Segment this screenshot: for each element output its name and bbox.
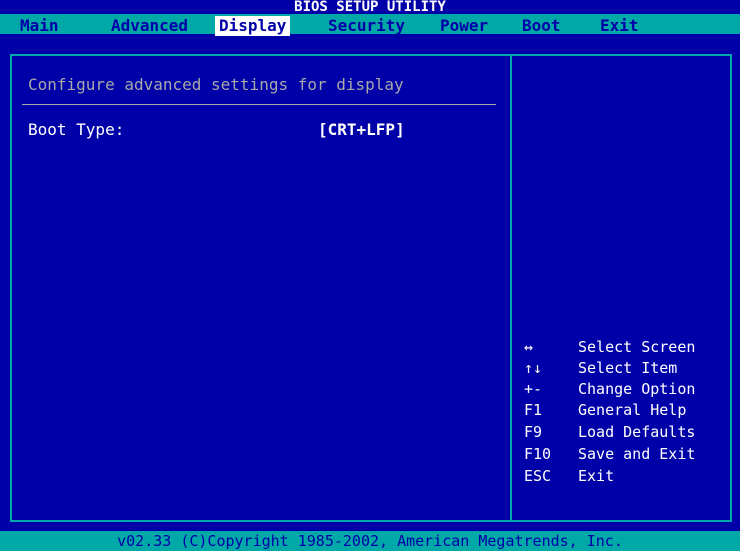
panel-description: Configure advanced settings for display <box>28 75 404 94</box>
boot-type-value[interactable]: [CRT+LFP] <box>318 120 405 139</box>
divider <box>22 104 496 105</box>
tab-main[interactable]: Main <box>20 16 59 36</box>
help-select-item: Select Item <box>578 359 678 377</box>
window-title: BIOS SETUP UTILITY <box>0 0 740 14</box>
plus-minus-key: +- <box>524 380 543 398</box>
copyright-footer: v02.33 (C)Copyright 1985-2002, American … <box>0 531 740 551</box>
help-load-defaults: Load Defaults <box>578 423 696 441</box>
tab-boot[interactable]: Boot <box>522 16 561 36</box>
help-select-screen: Select Screen <box>578 338 696 356</box>
f1-key: F1 <box>524 401 543 419</box>
help-change-option: Change Option <box>578 380 696 398</box>
tab-advanced[interactable]: Advanced <box>111 16 188 36</box>
tab-exit[interactable]: Exit <box>600 16 639 36</box>
arrows-lr-key: ↔ <box>524 338 534 356</box>
boot-type-label[interactable]: Boot Type: <box>28 120 124 139</box>
help-save-exit: Save and Exit <box>578 445 696 463</box>
tab-display[interactable]: Display <box>215 16 291 36</box>
esc-key: ESC <box>524 467 552 485</box>
arrows-ud-key: ↑↓ <box>524 359 543 377</box>
help-exit: Exit <box>578 467 615 485</box>
tab-power[interactable]: Power <box>440 16 488 36</box>
f10-key: F10 <box>524 445 552 463</box>
tab-security[interactable]: Security <box>328 16 405 36</box>
help-general-help: General Help <box>578 401 687 419</box>
f9-key: F9 <box>524 423 543 441</box>
